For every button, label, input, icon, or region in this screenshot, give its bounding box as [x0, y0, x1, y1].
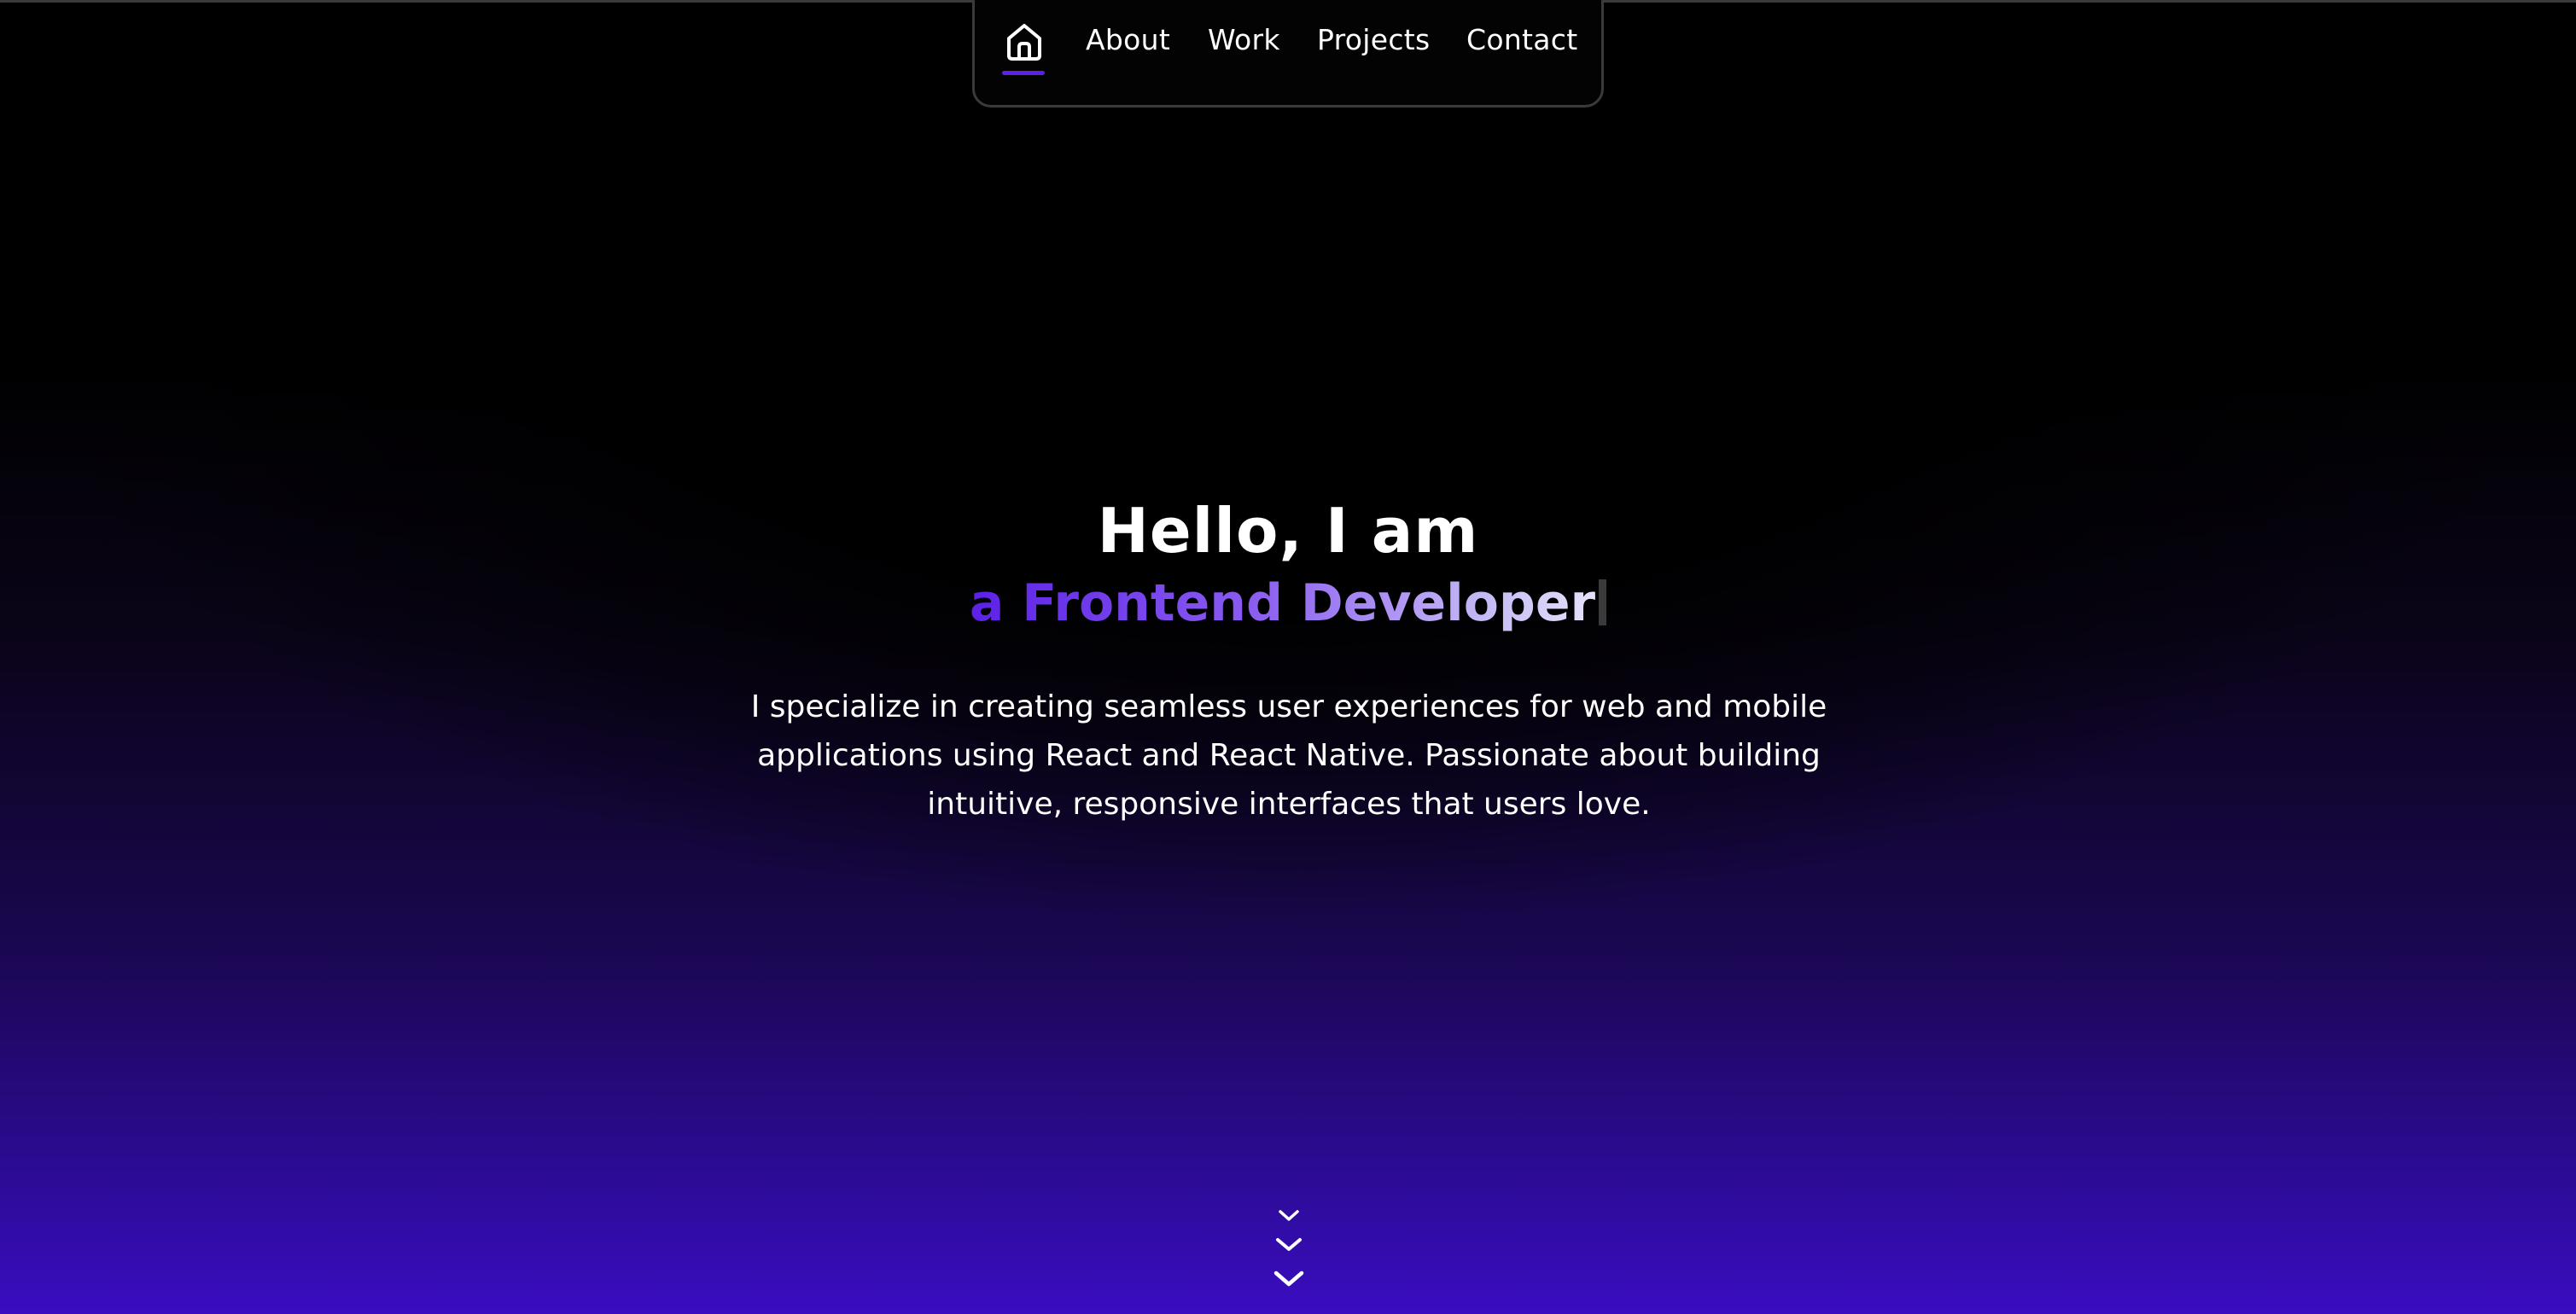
navbar: About Work Projects Contact: [972, 0, 1604, 108]
home-icon: [1007, 24, 1041, 61]
chevron-down-icon: [1273, 1270, 1304, 1287]
scroll-down-indicator[interactable]: [1263, 1208, 1314, 1294]
nav-link-contact[interactable]: Contact: [1466, 23, 1578, 56]
nav-link-about[interactable]: About: [1086, 23, 1170, 56]
page: About Work Projects Contact Hello, I am …: [0, 0, 2576, 1314]
hero-greeting: Hello, I am: [1097, 495, 1479, 567]
typing-cursor: [1599, 579, 1607, 625]
chevron-down-icon: [1279, 1210, 1299, 1221]
hero-role-text: a Frontend Developer: [969, 573, 1596, 633]
nav-link-projects[interactable]: Projects: [1317, 23, 1431, 56]
nav-home-button[interactable]: [1002, 21, 1046, 76]
active-nav-indicator: [1002, 71, 1045, 75]
hero-description: I specialize in creating seamless user e…: [750, 689, 1827, 822]
nav-link-work[interactable]: Work: [1208, 23, 1280, 56]
chevron-down-icon: [1276, 1238, 1302, 1251]
hero-role: a Frontend Developer: [0, 573, 2576, 633]
